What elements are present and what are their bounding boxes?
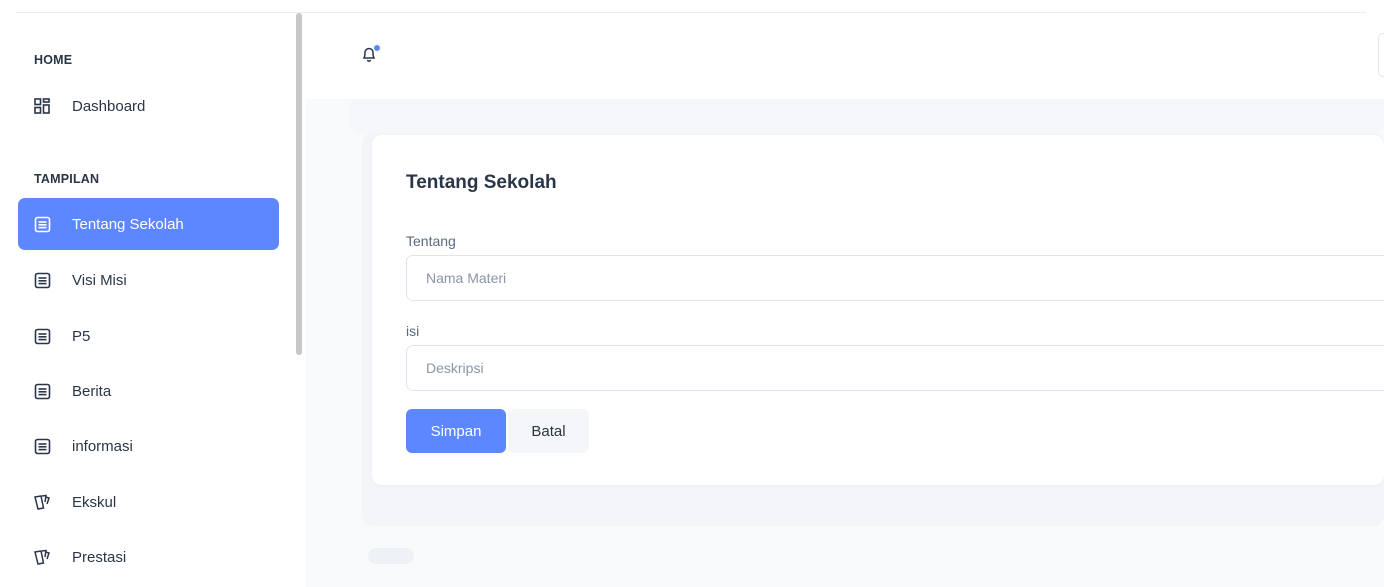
sidebar-scrollbar[interactable] bbox=[296, 13, 302, 355]
header-strip bbox=[351, 99, 1384, 133]
cards-icon bbox=[33, 548, 51, 566]
isi-input[interactable] bbox=[406, 345, 1384, 391]
sidebar-item-tentang-sekolah[interactable]: Tentang Sekolah bbox=[18, 198, 279, 250]
cards-icon bbox=[33, 493, 51, 511]
sidebar-item-ekskul[interactable]: Ekskul bbox=[18, 476, 279, 528]
sidebar-section-home: HOME bbox=[34, 53, 73, 67]
document-icon bbox=[33, 382, 51, 400]
save-button[interactable]: Simpan bbox=[406, 409, 506, 453]
sidebar-item-label: Prestasi bbox=[72, 548, 127, 566]
sidebar-item-label: Tentang Sekolah bbox=[72, 215, 184, 233]
sidebar-item-p5[interactable]: P5 bbox=[18, 310, 279, 362]
sidebar-item-berita[interactable]: Berita bbox=[18, 365, 279, 417]
sidebar: HOME Dashboard TAMPILAN Tentang Sekolah … bbox=[0, 13, 306, 587]
sidebar-item-label: Berita bbox=[72, 382, 112, 400]
dashboard-icon bbox=[33, 97, 51, 115]
form-title: Tentang Sekolah bbox=[406, 172, 557, 193]
document-icon bbox=[33, 437, 51, 455]
sidebar-section-tampilan: TAMPILAN bbox=[34, 172, 100, 186]
sidebar-item-label: P5 bbox=[72, 327, 91, 345]
placeholder-pill bbox=[368, 548, 414, 564]
bell-icon[interactable] bbox=[358, 43, 382, 67]
main-content: Tentang Sekolah Tentang isi Simpan Batal bbox=[306, 13, 1384, 587]
sidebar-item-label: informasi bbox=[72, 437, 133, 455]
sidebar-item-label: Ekskul bbox=[72, 493, 117, 511]
field-label-isi: isi bbox=[406, 323, 420, 339]
document-icon bbox=[33, 327, 51, 345]
sidebar-item-label: Dashboard bbox=[72, 97, 146, 115]
document-icon bbox=[33, 215, 51, 233]
sidebar-item-prestasi[interactable]: Prestasi bbox=[18, 531, 279, 583]
cancel-button[interactable]: Batal bbox=[508, 409, 589, 453]
sidebar-item-visi-misi[interactable]: Visi Misi bbox=[18, 254, 279, 306]
sidebar-item-informasi[interactable]: informasi bbox=[18, 420, 279, 472]
sidebar-item-dashboard[interactable]: Dashboard bbox=[18, 80, 279, 132]
sidebar-item-label: Visi Misi bbox=[72, 271, 127, 289]
document-icon bbox=[33, 271, 51, 289]
tentang-input[interactable] bbox=[406, 255, 1384, 301]
topbar bbox=[306, 13, 1384, 99]
field-label-tentang: Tentang bbox=[406, 233, 456, 249]
topbar-profile-edge[interactable] bbox=[1378, 33, 1384, 77]
form-card: Tentang Sekolah Tentang isi Simpan Batal bbox=[372, 135, 1384, 485]
